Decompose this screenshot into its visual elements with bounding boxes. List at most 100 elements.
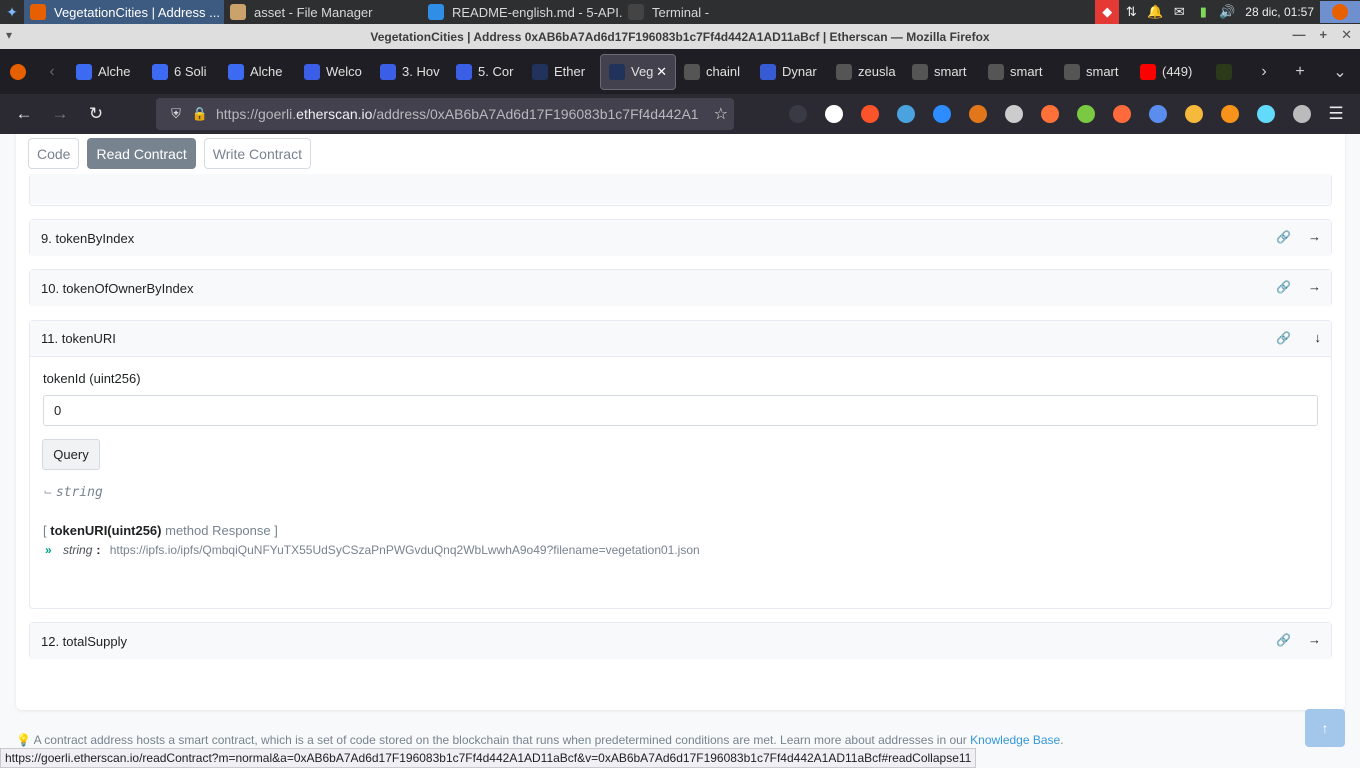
shield-icon[interactable]: ⛨ bbox=[164, 106, 188, 122]
function-total-supply[interactable]: 12. totalSupply 🔗 → bbox=[29, 622, 1332, 659]
browser-tab[interactable]: 3. Hov bbox=[372, 54, 448, 90]
extension-icon[interactable] bbox=[1104, 96, 1140, 132]
extension-icon[interactable] bbox=[1032, 96, 1068, 132]
extension-icon[interactable] bbox=[1140, 96, 1176, 132]
browser-tab[interactable]: Alche bbox=[68, 54, 144, 90]
function-label: 9. tokenByIndex bbox=[41, 230, 135, 246]
list-all-tabs-icon[interactable]: ⌄ bbox=[1322, 54, 1358, 90]
anydesk-icon[interactable]: ◆ bbox=[1095, 0, 1120, 24]
extension-icon[interactable] bbox=[816, 96, 852, 132]
vscode-icon bbox=[428, 4, 444, 20]
taskbar-item[interactable]: README-english.md - 5-API... bbox=[422, 0, 622, 24]
reload-icon[interactable]: ↻ bbox=[78, 96, 114, 132]
maximize-icon[interactable]: + bbox=[1320, 27, 1328, 43]
mail-icon[interactable]: ✉ bbox=[1167, 0, 1191, 24]
lock-icon[interactable]: 🔒 bbox=[188, 106, 212, 122]
url-bar[interactable]: ⛨ 🔒 https://goerli.etherscan.io/address/… bbox=[156, 98, 734, 130]
knowledge-base-link[interactable]: Knowledge Base bbox=[970, 733, 1060, 747]
taskbar-item[interactable]: VegetationCities | Address ... bbox=[24, 0, 224, 24]
taskbar-item[interactable]: asset - File Manager bbox=[224, 0, 422, 24]
function-header[interactable]: 12. totalSupply 🔗 → bbox=[30, 623, 1331, 659]
arrow-right-icon[interactable]: → bbox=[1308, 632, 1321, 647]
notification-bell-icon[interactable]: 🔔 bbox=[1143, 0, 1167, 24]
response-suffix: method Response ] bbox=[165, 523, 278, 538]
function-header[interactable]: 10. tokenOfOwnerByIndex 🔗 → bbox=[30, 270, 1331, 306]
browser-tab[interactable]: 5. Cor bbox=[448, 54, 524, 90]
extension-icon[interactable] bbox=[924, 96, 960, 132]
read-contract-tab-button[interactable]: Read Contract bbox=[87, 138, 196, 169]
browser-tab[interactable]: smart bbox=[904, 54, 980, 90]
link-icon[interactable]: 🔗 bbox=[1276, 633, 1291, 647]
arrow-right-icon[interactable]: → bbox=[1308, 229, 1321, 244]
contract-tabs: Code Read Contract Write Contract bbox=[28, 138, 311, 169]
extension-icon[interactable] bbox=[1284, 96, 1320, 132]
tab-favicon-icon bbox=[532, 63, 548, 80]
function-header[interactable]: 9. tokenByIndex 🔗 → bbox=[30, 220, 1331, 256]
arrow-right-icon[interactable]: → bbox=[1308, 279, 1321, 294]
back-to-top-button[interactable]: ↑ bbox=[1305, 709, 1345, 747]
hamburger-menu-icon[interactable]: ☰ bbox=[1318, 96, 1354, 132]
extension-badge-icon bbox=[1293, 105, 1311, 123]
battery-icon[interactable]: ▮ bbox=[1191, 0, 1215, 24]
response-value[interactable]: https://ipfs.io/ipfs/QmbqiQuNFYuTX55UdSy… bbox=[110, 543, 700, 557]
arrow-down-icon[interactable]: ↓ bbox=[1315, 330, 1322, 345]
extension-icon[interactable] bbox=[960, 96, 996, 132]
extension-icon[interactable] bbox=[1212, 96, 1248, 132]
window-menu-icon[interactable]: ▾ bbox=[6, 28, 12, 42]
taskbar-item[interactable]: Terminal - bbox=[622, 0, 742, 24]
app-menu-icon[interactable]: ✦ bbox=[0, 0, 24, 24]
browser-tab[interactable]: Alche bbox=[220, 54, 296, 90]
browser-tab[interactable]: (449) bbox=[1132, 54, 1208, 90]
url-text[interactable]: https://goerli.etherscan.io/address/0xAB… bbox=[216, 106, 698, 122]
function-token-by-index[interactable]: 9. tokenByIndex 🔗 → bbox=[29, 219, 1332, 256]
browser-tab[interactable]: Dynar bbox=[752, 54, 828, 90]
browser-tab[interactable]: Veg ✕ bbox=[600, 53, 676, 90]
link-icon[interactable]: 🔗 bbox=[1276, 331, 1291, 345]
code-tab-button[interactable]: Code bbox=[28, 138, 80, 169]
tab-label: zeusla bbox=[858, 64, 896, 79]
close-tab-icon[interactable]: ✕ bbox=[656, 64, 667, 80]
close-window-icon[interactable]: ✕ bbox=[1341, 27, 1352, 43]
new-tab-icon[interactable]: + bbox=[1282, 54, 1318, 90]
function-token-of-owner-by-index[interactable]: 10. tokenOfOwnerByIndex 🔗 → bbox=[29, 269, 1332, 306]
address-info-footnote: 💡 A contract address hosts a smart contr… bbox=[16, 733, 1064, 747]
response-value-line: » string: https://ipfs.io/ipfs/QmbqiQuNF… bbox=[45, 543, 700, 557]
tab-favicon-icon bbox=[228, 63, 244, 80]
system-tray: ◆ ⇅ 🔔 ✉ ▮ 🔊 28 dic, 01:57 bbox=[1095, 0, 1360, 24]
browser-tab[interactable]: 6 Soli bbox=[144, 54, 220, 90]
extension-icon[interactable] bbox=[852, 96, 888, 132]
function-header[interactable]: 11. tokenURI 🔗 ↓ bbox=[30, 321, 1331, 357]
browser-tab[interactable]: smart bbox=[1056, 54, 1132, 90]
tab-label: Welco bbox=[326, 64, 362, 79]
extension-icon[interactable] bbox=[780, 96, 816, 132]
scroll-tabs-left-icon[interactable]: ‹ bbox=[36, 54, 68, 90]
back-icon[interactable]: ← bbox=[6, 96, 42, 132]
network-icon[interactable]: ⇅ bbox=[1119, 0, 1143, 24]
token-id-input[interactable] bbox=[43, 395, 1318, 426]
minimize-icon[interactable]: — bbox=[1293, 27, 1306, 43]
url-path: /address/0xAB6bA7Ad6d17F196083b1c7Ff4d44… bbox=[372, 106, 698, 122]
browser-tab[interactable]: smart bbox=[980, 54, 1056, 90]
extension-icon[interactable] bbox=[888, 96, 924, 132]
extension-icon[interactable] bbox=[1248, 96, 1284, 132]
browser-tab[interactable]: Welco bbox=[296, 54, 372, 90]
scroll-tabs-right-icon[interactable]: › bbox=[1246, 54, 1282, 90]
browser-tab[interactable]: zeusla bbox=[828, 54, 904, 90]
browser-tab[interactable]: chainl bbox=[676, 54, 752, 90]
link-icon[interactable]: 🔗 bbox=[1276, 280, 1291, 294]
firefox-tray-icon[interactable] bbox=[1320, 1, 1360, 23]
link-icon[interactable]: 🔗 bbox=[1276, 230, 1291, 244]
taskbar: VegetationCities | Address ... asset - Fi… bbox=[24, 0, 742, 24]
extension-icon[interactable] bbox=[996, 96, 1032, 132]
write-contract-tab-button[interactable]: Write Contract bbox=[203, 138, 311, 169]
url-prefix: https://goerli. bbox=[216, 106, 297, 122]
extension-icon[interactable] bbox=[1176, 96, 1212, 132]
bookmark-star-icon[interactable]: ☆ bbox=[714, 104, 728, 124]
extension-icon[interactable] bbox=[1068, 96, 1104, 132]
firefox-view-icon[interactable] bbox=[0, 54, 36, 90]
volume-icon[interactable]: 🔊 bbox=[1215, 0, 1239, 24]
browser-tab[interactable]: Ether bbox=[524, 54, 600, 90]
forward-icon[interactable]: → bbox=[42, 96, 78, 132]
query-button[interactable]: Query bbox=[42, 439, 100, 470]
clock[interactable]: 28 dic, 01:57 bbox=[1239, 5, 1320, 19]
